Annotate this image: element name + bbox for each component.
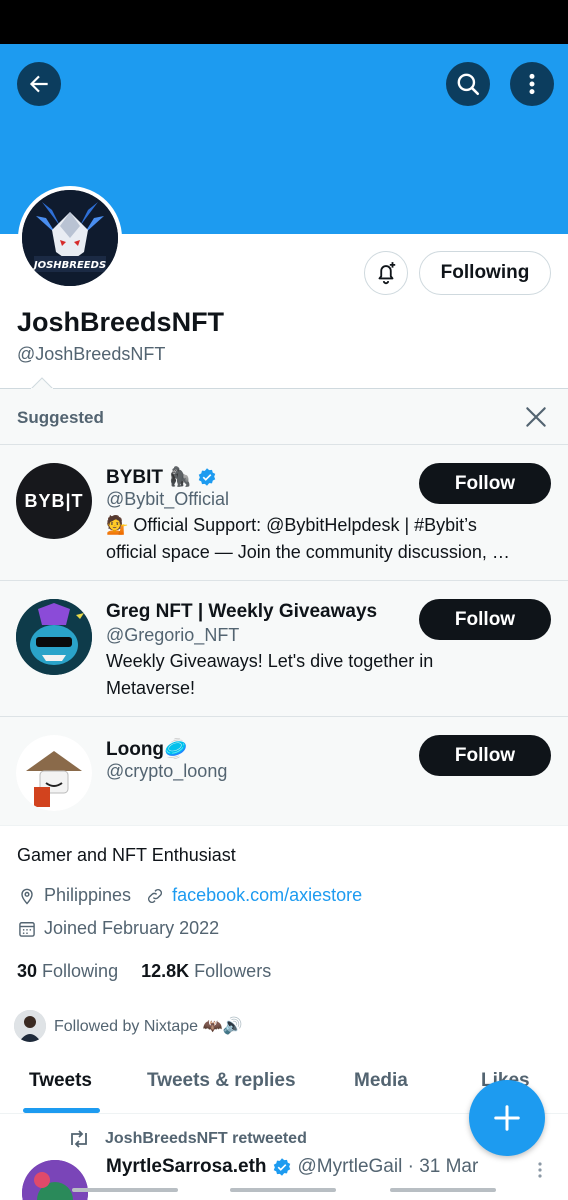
followed-by-row[interactable]: Followed by Nixtape 🦇🔊 (14, 1010, 242, 1042)
plus-icon (494, 1105, 520, 1131)
follow-button[interactable]: Follow (419, 599, 551, 640)
tweet-author-handle-date: @MyrtleGail · 31 Mar (297, 1156, 479, 1177)
profile-handle: @JoshBreedsNFT (17, 344, 166, 364)
followed-by-text: Followed by Nixtape 🦇🔊 (54, 1018, 243, 1035)
profile-meta-row: Philippines facebook.com/axiestore (17, 885, 362, 906)
avatar[interactable]: BYB|T (16, 463, 92, 539)
suggested-handle: @Gregorio_NFT (106, 625, 240, 645)
suggested-bio-line: official space — Join the community disc… (106, 542, 510, 562)
bybit-logo-text: BYB|T (24, 490, 84, 511)
verified-badge-icon (198, 468, 216, 486)
follow-button[interactable]: Follow (419, 463, 551, 504)
profile-bio: Gamer and NFT Enthusiast (17, 845, 236, 865)
retweet-text: JoshBreedsNFT retweeted (105, 1130, 307, 1147)
following-stat[interactable]: 30 Following (17, 961, 118, 981)
suggested-title: Suggested (17, 408, 104, 427)
followers-stat[interactable]: 12.8K Followers (141, 961, 271, 981)
suggested-name: Loong🥏 (106, 739, 188, 760)
tweet-author-name[interactable]: MyrtleSarrosa.eth (106, 1156, 267, 1178)
gesture-bar (390, 1188, 496, 1192)
calendar-icon (19, 921, 35, 937)
more-vertical-icon (529, 73, 535, 95)
tweet-author-line: MyrtleSarrosa.eth @MyrtleGail · 31 Mar (106, 1156, 478, 1178)
suggested-account-bybit[interactable]: BYB|T BYBIT 🦍 @Bybit_Official 💁 Official… (0, 444, 568, 580)
gesture-bar (230, 1188, 336, 1192)
tweet-author-avatar[interactable] (22, 1160, 88, 1200)
gesture-bar (72, 1188, 178, 1192)
profile-stats: 30 Following 12.8K Followers (17, 961, 271, 982)
avatar-logo-text: JOSHBREEDS (32, 260, 106, 271)
followers-count: 12.8K (141, 961, 190, 981)
wolf-logo-icon: JOSHBREEDS (22, 190, 118, 286)
tab-tweets[interactable]: Tweets (29, 1070, 92, 1092)
tweet-more-icon[interactable] (532, 1160, 548, 1180)
avatar (14, 1010, 46, 1042)
suggested-name-row: BYBIT 🦍 (106, 465, 217, 489)
following-count: 30 (17, 961, 38, 981)
back-arrow-icon (29, 75, 48, 93)
avatar[interactable] (16, 735, 92, 811)
bell-plus-icon (378, 262, 396, 285)
suggested-handle: @Bybit_Official (106, 489, 229, 509)
suggested-bio-line: Weekly Giveaways! Let's dive together in (106, 651, 434, 671)
active-tab-indicator (23, 1108, 100, 1113)
avatar-image-icon (22, 1160, 88, 1200)
tab-tweets-replies[interactable]: Tweets & replies (147, 1070, 296, 1092)
status-bar (0, 0, 568, 44)
profile-location: Philippines (44, 885, 132, 905)
suggested-bio-line: Metaverse! (106, 678, 196, 698)
person-avatar-icon (14, 1010, 46, 1042)
profile-website-link[interactable]: facebook.com/axiestore (172, 885, 362, 906)
straw-hat-character-icon (16, 735, 92, 811)
notification-bell-button[interactable] (364, 251, 408, 295)
followers-stat-label: Followers (194, 961, 272, 981)
profile-joined-date: Joined February 2022 (44, 918, 220, 938)
avatar[interactable] (16, 599, 92, 675)
suggested-bio-line: 💁 Official Support: @BybitHelpdesk | #By… (106, 515, 477, 535)
search-button[interactable] (446, 62, 490, 106)
tab-media[interactable]: Media (354, 1070, 408, 1092)
suggested-account-loong[interactable]: Loong🥏 @crypto_loong Follow (0, 716, 568, 826)
following-stat-label: Following (42, 961, 119, 981)
suggested-account-greg[interactable]: Greg NFT | Weekly Giveaways @Gregorio_NF… (0, 580, 568, 716)
suggested-name: BYBIT 🦍 (106, 467, 192, 488)
compose-tweet-button[interactable] (469, 1080, 545, 1156)
profile-joined-row: Joined February 2022 (17, 918, 219, 939)
profile-avatar[interactable]: JOSHBREEDS (18, 186, 122, 290)
location-pin-icon (21, 888, 33, 905)
suggest-pointer (31, 377, 53, 389)
back-button[interactable] (17, 62, 61, 106)
follow-button[interactable]: Follow (419, 735, 551, 776)
retweet-icon (71, 1130, 87, 1148)
close-icon[interactable] (523, 404, 549, 430)
following-button[interactable]: Following (419, 251, 551, 295)
search-icon (457, 73, 480, 96)
monster-avatar-icon (16, 599, 92, 675)
verified-badge-icon (273, 1158, 290, 1176)
more-options-button[interactable] (510, 62, 554, 106)
retweet-context: JoshBreedsNFT retweeted (67, 1128, 307, 1150)
suggested-handle: @crypto_loong (106, 761, 228, 781)
link-icon (148, 888, 163, 903)
profile-display-name: JoshBreedsNFT (17, 307, 225, 337)
suggested-name: Greg NFT | Weekly Giveaways (106, 601, 378, 622)
